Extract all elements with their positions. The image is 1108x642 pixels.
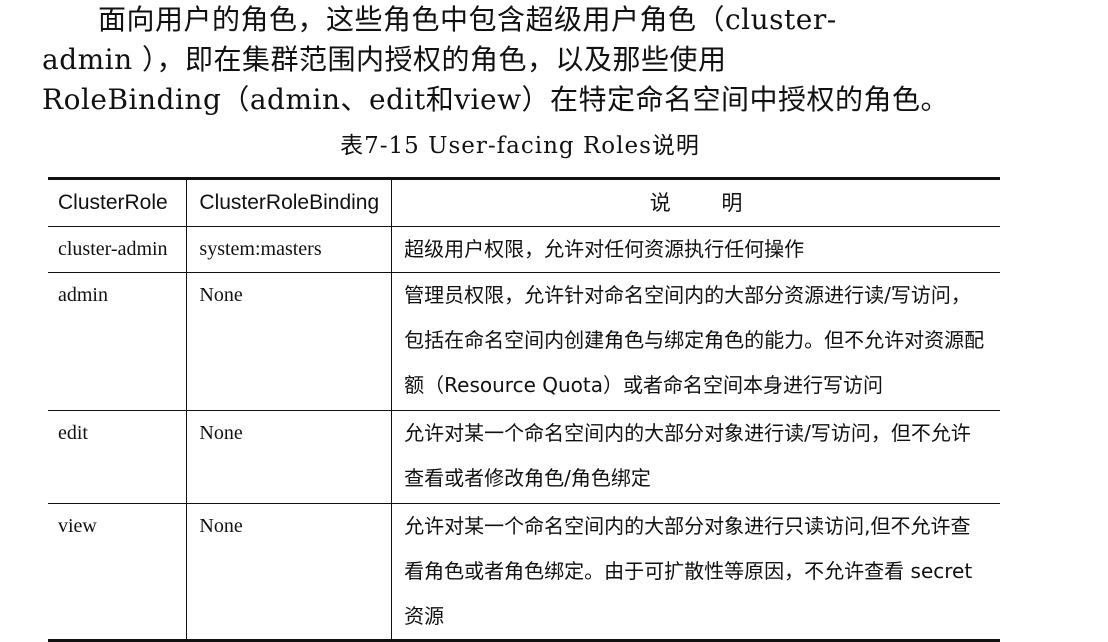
header-cluster-role: ClusterRole (58, 191, 168, 214)
cell-binding: None (186, 410, 392, 504)
cell-cluster-role: edit (58, 422, 88, 444)
cell-description: 允许对某一个命名空间内的大部分对象进行只读访问,但不允许查看角色或者角色绑定。由… (391, 503, 1000, 641)
intro-paragraph: 面向用户的角色，这些角色中包含超级用户角色（cluster- admin ），即… (42, 0, 1002, 120)
paragraph-line: admin ），即在集群范围内授权的角色，以及那些使用 (42, 43, 727, 76)
cell-description: 超级用户权限，允许对任何资源执行任何操作 (391, 226, 1000, 273)
table-row: view None 允许对某一个命名空间内的大部分对象进行只读访问,但不允许查看… (48, 503, 1000, 641)
cell-description: 允许对某一个命名空间内的大部分对象进行读/写访问，但不允许查看或者修改角色/角色… (391, 410, 1000, 504)
table-header-row: ClusterRole ClusterRoleBinding 说 明 (48, 178, 1000, 227)
cell-cluster-role: view (58, 515, 97, 537)
table-caption: 表7-15 User-facing Roles说明 (340, 133, 700, 159)
header-description: 说 明 (391, 178, 1000, 227)
table-row: cluster-admin system:masters 超级用户权限，允许对任… (48, 226, 1000, 273)
cell-description: 管理员权限，允许针对命名空间内的大部分资源进行读/写访问，包括在命名空间内创建角… (391, 272, 1000, 411)
paragraph-line: RoleBinding（admin、edit和view）在特定命名空间中授权的角… (42, 83, 950, 116)
table-row: edit None 允许对某一个命名空间内的大部分对象进行读/写访问，但不允许查… (48, 410, 1000, 504)
table-row: admin None 管理员权限，允许针对命名空间内的大部分资源进行读/写访问，… (48, 272, 1000, 411)
cell-binding: system:masters (186, 226, 392, 273)
header-cluster-role-binding: ClusterRoleBinding (186, 178, 392, 227)
cell-binding: None (186, 503, 392, 641)
cell-binding: None (186, 272, 392, 411)
cell-cluster-role: admin (58, 284, 108, 306)
user-facing-roles-table: ClusterRole ClusterRoleBinding 说 明 clust… (48, 177, 1000, 642)
cell-cluster-role: cluster-admin (58, 238, 168, 260)
paragraph-line: 面向用户的角色，这些角色中包含超级用户角色（cluster- (98, 3, 837, 36)
